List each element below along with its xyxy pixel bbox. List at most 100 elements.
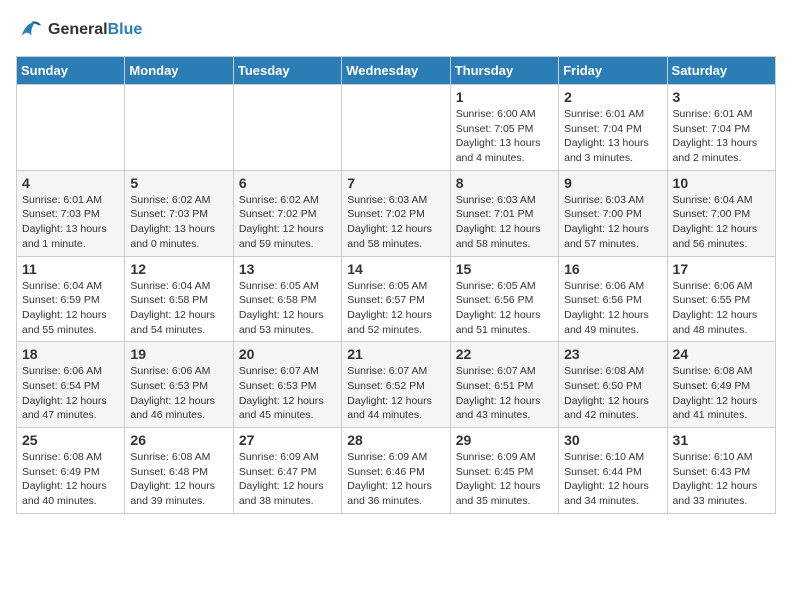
calendar-week-row: 25Sunrise: 6:08 AM Sunset: 6:49 PM Dayli… <box>17 428 776 514</box>
calendar-cell <box>342 85 450 171</box>
day-detail: Sunrise: 6:06 AM Sunset: 6:53 PM Dayligh… <box>130 364 227 423</box>
column-header-wednesday: Wednesday <box>342 57 450 85</box>
day-number: 26 <box>130 432 227 448</box>
day-number: 5 <box>130 175 227 191</box>
calendar-cell: 15Sunrise: 6:05 AM Sunset: 6:56 PM Dayli… <box>450 256 558 342</box>
day-detail: Sunrise: 6:05 AM Sunset: 6:57 PM Dayligh… <box>347 279 444 338</box>
day-detail: Sunrise: 6:09 AM Sunset: 6:47 PM Dayligh… <box>239 450 336 509</box>
calendar-cell: 25Sunrise: 6:08 AM Sunset: 6:49 PM Dayli… <box>17 428 125 514</box>
day-number: 22 <box>456 346 553 362</box>
column-header-sunday: Sunday <box>17 57 125 85</box>
day-number: 31 <box>673 432 770 448</box>
day-detail: Sunrise: 6:06 AM Sunset: 6:54 PM Dayligh… <box>22 364 119 423</box>
calendar-cell <box>125 85 233 171</box>
day-number: 13 <box>239 261 336 277</box>
day-detail: Sunrise: 6:06 AM Sunset: 6:55 PM Dayligh… <box>673 279 770 338</box>
calendar-cell: 2 Sunrise: 6:01 AM Sunset: 7:04 PM Daylig… <box>559 85 667 171</box>
day-number: 11 <box>22 261 119 277</box>
day-detail: Sunrise: 6:06 AM Sunset: 6:56 PM Dayligh… <box>564 279 661 338</box>
calendar-cell: 24 Sunrise: 6:08 AM Sunset: 6:49 PM Dayli… <box>667 342 775 428</box>
day-number: 10 <box>673 175 770 191</box>
day-detail: Sunrise: 6:01 AM Sunset: 7:04 PM Dayligh… <box>673 107 770 166</box>
day-detail: Sunrise: 6:03 AM Sunset: 7:02 PM Dayligh… <box>347 193 444 252</box>
day-number: 18 <box>22 346 119 362</box>
day-detail: Sunrise: 6:04 AM Sunset: 6:59 PM Dayligh… <box>22 279 119 338</box>
day-detail: Sunrise: 6:08 AM Sunset: 6:50 PM Dayligh… <box>564 364 661 423</box>
column-header-saturday: Saturday <box>667 57 775 85</box>
day-number: 21 <box>347 346 444 362</box>
calendar-cell: 1Sunrise: 6:00 AM Sunset: 7:05 PM Daylig… <box>450 85 558 171</box>
day-number: 14 <box>347 261 444 277</box>
day-detail: Sunrise: 6:10 AM Sunset: 6:43 PM Dayligh… <box>673 450 770 509</box>
column-header-tuesday: Tuesday <box>233 57 341 85</box>
day-detail: Sunrise: 6:09 AM Sunset: 6:45 PM Dayligh… <box>456 450 553 509</box>
calendar-cell: 8 Sunrise: 6:03 AM Sunset: 7:01 PM Daylig… <box>450 170 558 256</box>
column-header-thursday: Thursday <box>450 57 558 85</box>
day-number: 29 <box>456 432 553 448</box>
day-number: 28 <box>347 432 444 448</box>
day-detail: Sunrise: 6:02 AM Sunset: 7:03 PM Dayligh… <box>130 193 227 252</box>
day-detail: Sunrise: 6:01 AM Sunset: 7:04 PM Dayligh… <box>564 107 661 166</box>
calendar-cell: 31 Sunrise: 6:10 AM Sunset: 6:43 PM Dayli… <box>667 428 775 514</box>
logo-bird-icon <box>16 16 44 44</box>
calendar-cell: 22 Sunrise: 6:07 AM Sunset: 6:51 PM Dayli… <box>450 342 558 428</box>
day-detail: Sunrise: 6:08 AM Sunset: 6:48 PM Dayligh… <box>130 450 227 509</box>
calendar-cell: 12Sunrise: 6:04 AM Sunset: 6:58 PM Dayli… <box>125 256 233 342</box>
calendar-cell: 10 Sunrise: 6:04 AM Sunset: 7:00 PM Dayli… <box>667 170 775 256</box>
day-detail: Sunrise: 6:04 AM Sunset: 7:00 PM Dayligh… <box>673 193 770 252</box>
page-header: GeneralBlue <box>16 16 776 44</box>
day-number: 1 <box>456 89 553 105</box>
calendar-cell: 27 Sunrise: 6:09 AM Sunset: 6:47 PM Dayli… <box>233 428 341 514</box>
calendar-cell: 7Sunrise: 6:03 AM Sunset: 7:02 PM Daylig… <box>342 170 450 256</box>
column-header-friday: Friday <box>559 57 667 85</box>
calendar-week-row: 18 Sunrise: 6:06 AM Sunset: 6:54 PM Dayli… <box>17 342 776 428</box>
calendar-cell: 26 Sunrise: 6:08 AM Sunset: 6:48 PM Dayli… <box>125 428 233 514</box>
calendar-cell: 18 Sunrise: 6:06 AM Sunset: 6:54 PM Dayli… <box>17 342 125 428</box>
day-number: 19 <box>130 346 227 362</box>
day-detail: Sunrise: 6:04 AM Sunset: 6:58 PM Dayligh… <box>130 279 227 338</box>
calendar-cell: 19 Sunrise: 6:06 AM Sunset: 6:53 PM Dayli… <box>125 342 233 428</box>
day-number: 3 <box>673 89 770 105</box>
day-number: 16 <box>564 261 661 277</box>
calendar-cell: 5 Sunrise: 6:02 AM Sunset: 7:03 PM Daylig… <box>125 170 233 256</box>
calendar-cell: 29 Sunrise: 6:09 AM Sunset: 6:45 PM Dayli… <box>450 428 558 514</box>
day-number: 24 <box>673 346 770 362</box>
logo: GeneralBlue <box>16 16 142 44</box>
calendar-cell <box>17 85 125 171</box>
calendar-cell: 21 Sunrise: 6:07 AM Sunset: 6:52 PM Dayli… <box>342 342 450 428</box>
calendar-week-row: 1Sunrise: 6:00 AM Sunset: 7:05 PM Daylig… <box>17 85 776 171</box>
column-header-monday: Monday <box>125 57 233 85</box>
day-number: 30 <box>564 432 661 448</box>
calendar-cell: 17Sunrise: 6:06 AM Sunset: 6:55 PM Dayli… <box>667 256 775 342</box>
day-detail: Sunrise: 6:08 AM Sunset: 6:49 PM Dayligh… <box>22 450 119 509</box>
day-detail: Sunrise: 6:10 AM Sunset: 6:44 PM Dayligh… <box>564 450 661 509</box>
day-number: 15 <box>456 261 553 277</box>
day-number: 4 <box>22 175 119 191</box>
calendar-week-row: 11 Sunrise: 6:04 AM Sunset: 6:59 PM Dayli… <box>17 256 776 342</box>
day-detail: Sunrise: 6:09 AM Sunset: 6:46 PM Dayligh… <box>347 450 444 509</box>
logo-text: GeneralBlue <box>48 21 142 39</box>
calendar-cell: 13 Sunrise: 6:05 AM Sunset: 6:58 PM Dayli… <box>233 256 341 342</box>
calendar-cell: 23Sunrise: 6:08 AM Sunset: 6:50 PM Dayli… <box>559 342 667 428</box>
day-number: 20 <box>239 346 336 362</box>
calendar-header-row: SundayMondayTuesdayWednesdayThursdayFrid… <box>17 57 776 85</box>
day-detail: Sunrise: 6:07 AM Sunset: 6:52 PM Dayligh… <box>347 364 444 423</box>
calendar-cell: 28 Sunrise: 6:09 AM Sunset: 6:46 PM Dayli… <box>342 428 450 514</box>
day-number: 27 <box>239 432 336 448</box>
day-detail: Sunrise: 6:08 AM Sunset: 6:49 PM Dayligh… <box>673 364 770 423</box>
calendar-cell: 30 Sunrise: 6:10 AM Sunset: 6:44 PM Dayli… <box>559 428 667 514</box>
calendar-cell: 9Sunrise: 6:03 AM Sunset: 7:00 PM Daylig… <box>559 170 667 256</box>
day-number: 2 <box>564 89 661 105</box>
day-detail: Sunrise: 6:03 AM Sunset: 7:00 PM Dayligh… <box>564 193 661 252</box>
calendar-cell: 4Sunrise: 6:01 AM Sunset: 7:03 PM Daylig… <box>17 170 125 256</box>
day-detail: Sunrise: 6:07 AM Sunset: 6:51 PM Dayligh… <box>456 364 553 423</box>
calendar-cell <box>233 85 341 171</box>
calendar-cell: 3 Sunrise: 6:01 AM Sunset: 7:04 PM Daylig… <box>667 85 775 171</box>
calendar-table: SundayMondayTuesdayWednesdayThursdayFrid… <box>16 56 776 514</box>
day-number: 8 <box>456 175 553 191</box>
day-detail: Sunrise: 6:05 AM Sunset: 6:58 PM Dayligh… <box>239 279 336 338</box>
day-detail: Sunrise: 6:03 AM Sunset: 7:01 PM Dayligh… <box>456 193 553 252</box>
calendar-week-row: 4Sunrise: 6:01 AM Sunset: 7:03 PM Daylig… <box>17 170 776 256</box>
day-detail: Sunrise: 6:02 AM Sunset: 7:02 PM Dayligh… <box>239 193 336 252</box>
day-detail: Sunrise: 6:07 AM Sunset: 6:53 PM Dayligh… <box>239 364 336 423</box>
